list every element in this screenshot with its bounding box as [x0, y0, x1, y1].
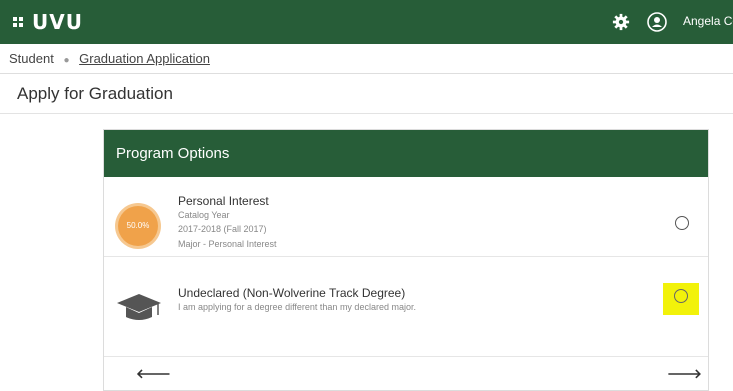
uvu-logo[interactable]: UVU [32, 9, 83, 35]
option-detail: Catalog Year [178, 210, 230, 220]
grid-menu-icon[interactable] [13, 17, 23, 27]
option-title: Undeclared (Non-Wolverine Track Degree) [178, 286, 406, 300]
user-avatar-icon[interactable] [647, 12, 667, 32]
option-detail: I am applying for a degree different tha… [178, 302, 416, 312]
option-radio-undeclared[interactable] [674, 289, 688, 303]
progress-badge: 50.0% [118, 206, 158, 246]
breadcrumb-separator-icon: ● [63, 55, 70, 66]
top-bar: UVU Angela Co [0, 0, 733, 44]
user-name[interactable]: Angela Co [683, 14, 733, 28]
option-radio-personal-interest[interactable] [675, 216, 689, 230]
program-option-undeclared[interactable]: Undeclared (Non-Wolverine Track Degree) … [104, 257, 708, 357]
graduation-cap-icon [117, 294, 161, 320]
breadcrumb: Student ● Graduation Application [0, 44, 733, 74]
card-pagination: 🡐 🡒 [104, 357, 708, 391]
page-title: Apply for Graduation [0, 74, 733, 114]
breadcrumb-item-graduation-application[interactable]: Graduation Application [79, 51, 210, 66]
option-detail: 2017-2018 (Fall 2017) [178, 224, 267, 234]
program-option-personal-interest[interactable]: 50.0% Personal Interest Catalog Year 201… [104, 177, 708, 257]
program-options-card: Program Options 50.0% Personal Interest … [103, 129, 709, 391]
breadcrumb-item-student[interactable]: Student [9, 51, 54, 66]
card-title: Program Options [104, 130, 708, 177]
option-title: Personal Interest [178, 194, 269, 208]
arrow-right-icon[interactable]: 🡒 [667, 366, 702, 382]
arrow-left-icon[interactable]: 🡐 [136, 366, 171, 382]
option-detail: Major - Personal Interest [178, 239, 277, 249]
gear-icon[interactable] [612, 13, 630, 31]
